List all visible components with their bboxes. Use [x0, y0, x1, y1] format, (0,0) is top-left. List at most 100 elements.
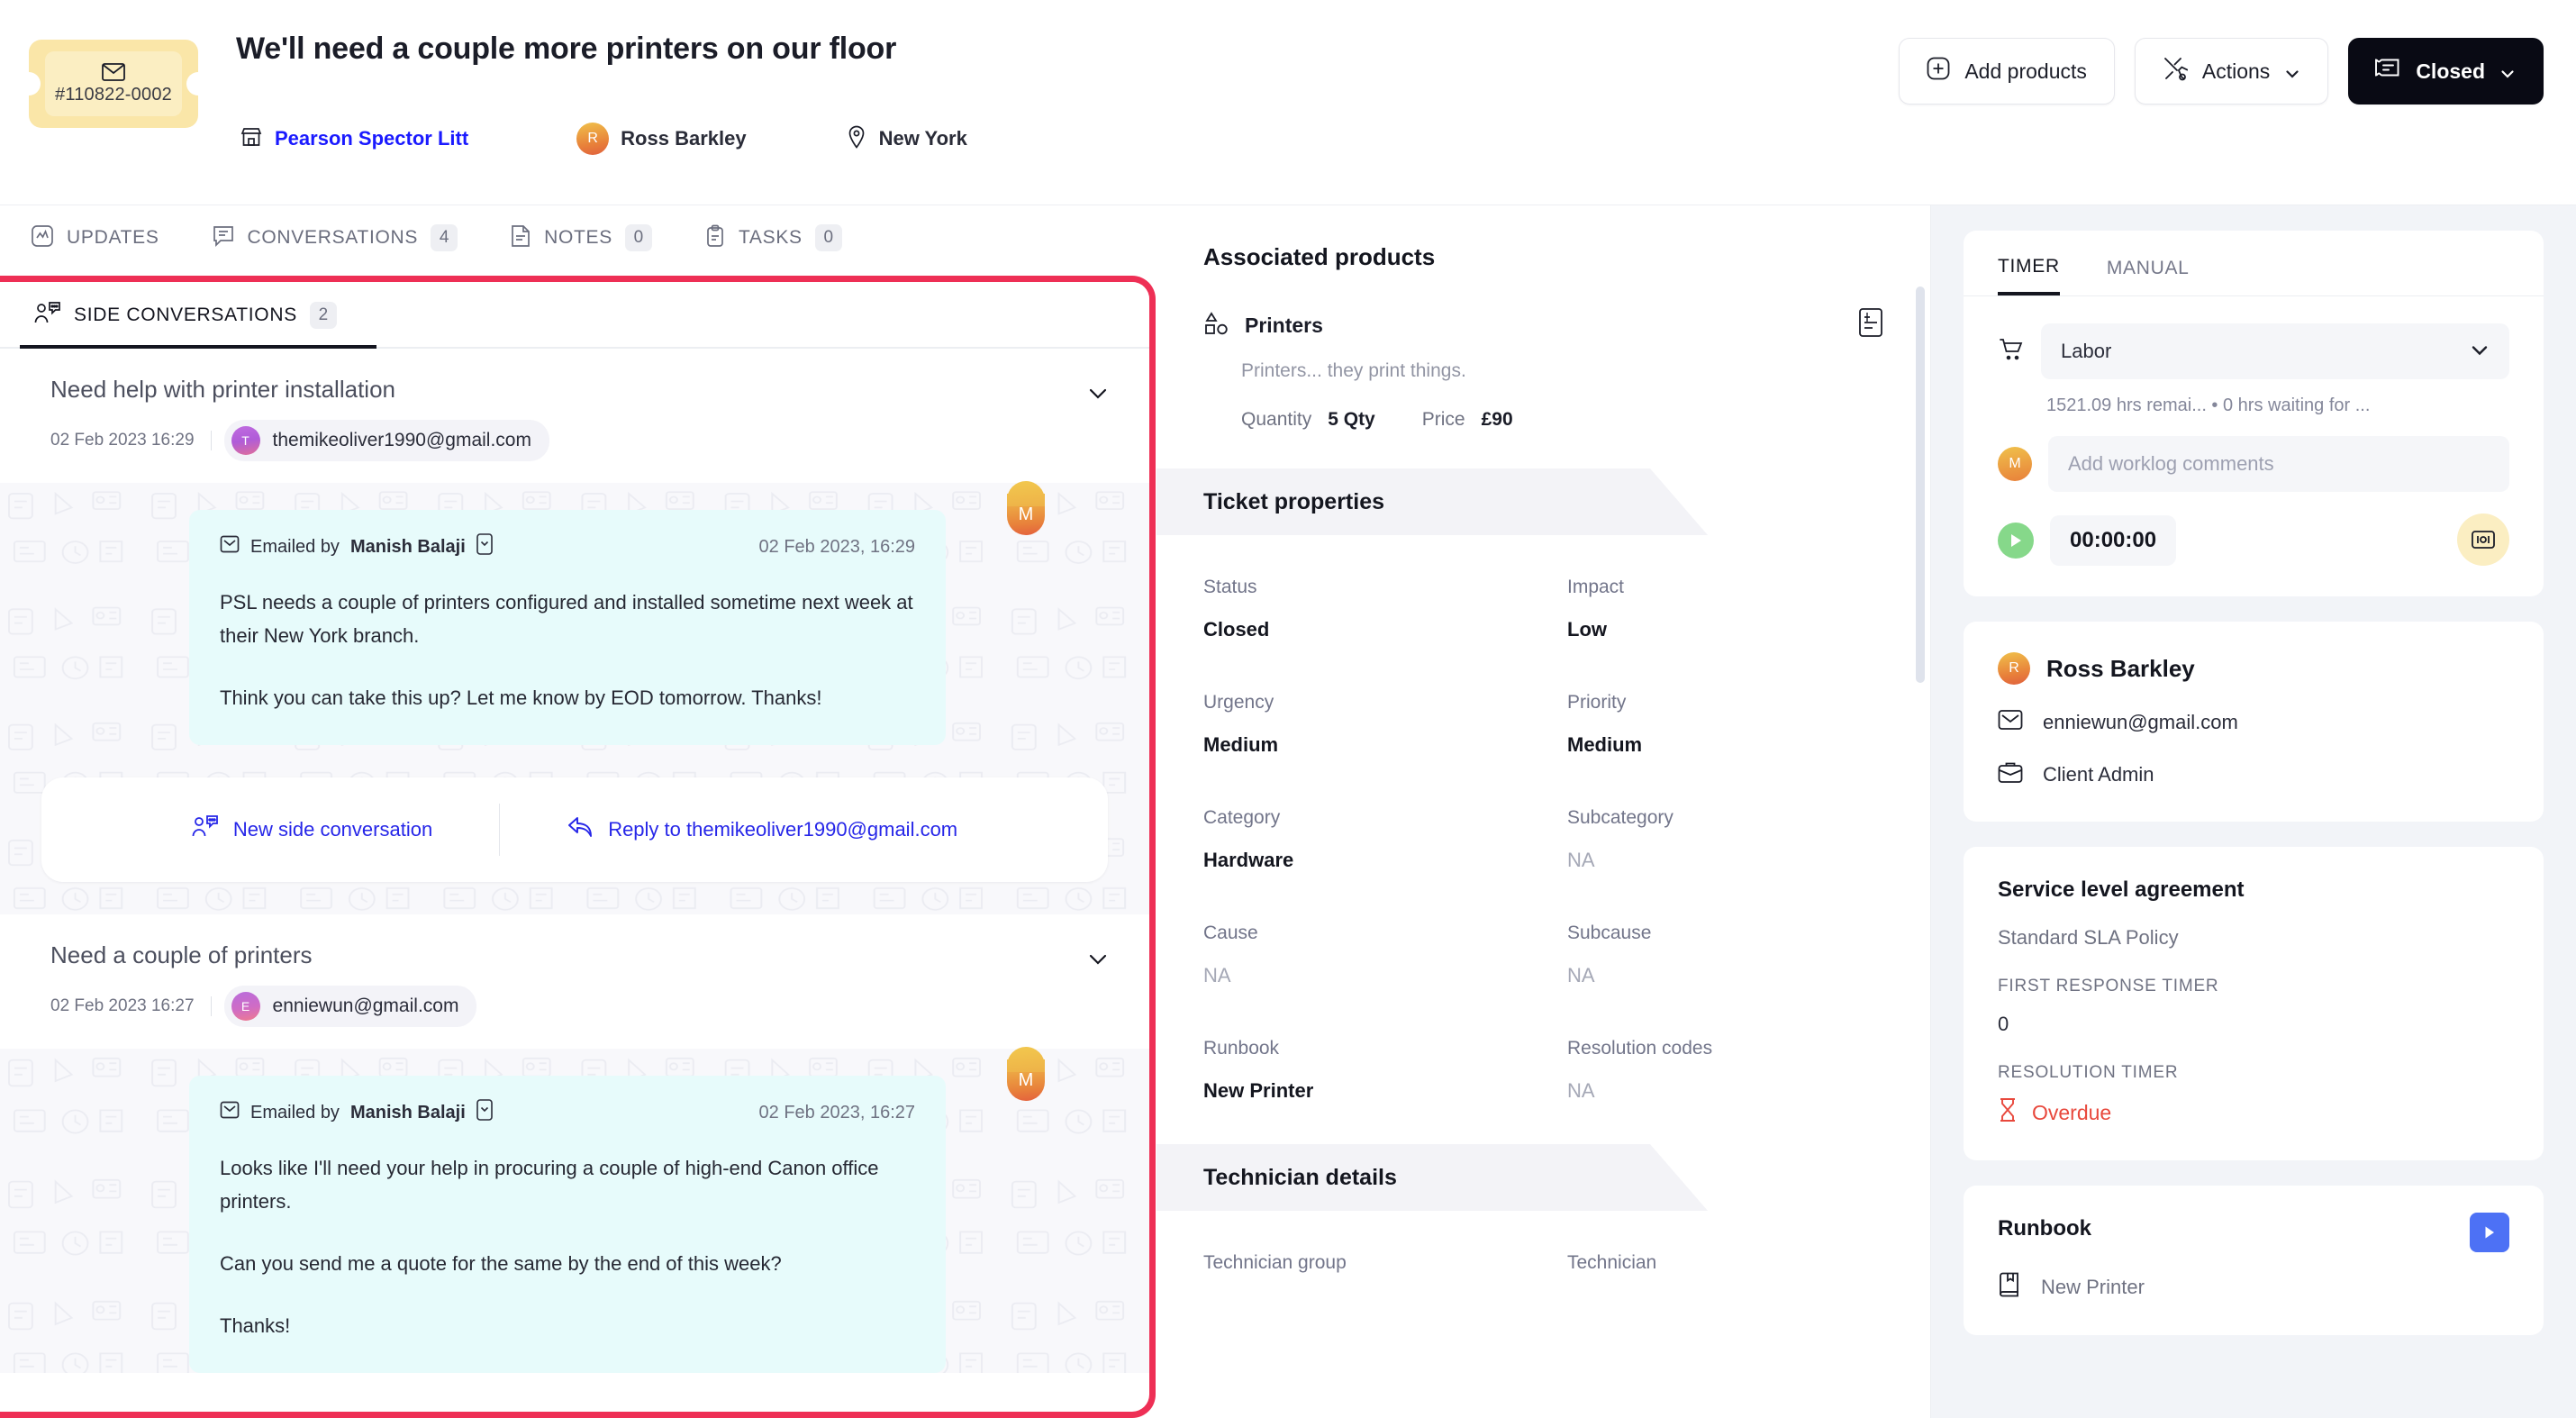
- contact-name[interactable]: Ross Barkley: [2046, 655, 2195, 683]
- conversation-date: 02 Feb 2023 16:29: [50, 431, 212, 450]
- message-author-avatar: M: [1007, 481, 1045, 535]
- header-actions: Add products Actions Closed: [1899, 38, 2544, 105]
- technician-details-title: Technician details: [1203, 1164, 1397, 1190]
- side-conversations-list[interactable]: Need help with printer installation 02 F…: [0, 349, 1149, 1412]
- divider: [499, 804, 501, 856]
- status-button[interactable]: Closed: [2348, 38, 2544, 105]
- avatar: M: [1998, 447, 2032, 481]
- status-label: Closed: [2416, 59, 2485, 83]
- price-value: £90: [1481, 409, 1513, 430]
- conversation-header[interactable]: Need help with printer installation 02 F…: [0, 349, 1149, 483]
- reply-arrow-icon: [567, 815, 594, 844]
- ticket-number: #110822-0002: [55, 84, 172, 105]
- map-pin-icon: [846, 125, 867, 153]
- field-value[interactable]: Medium: [1567, 733, 1883, 757]
- avatar: R: [576, 123, 610, 155]
- conversation-participant[interactable]: E enniewun@gmail.com: [223, 986, 477, 1027]
- conversation-participant[interactable]: T themikeoliver1990@gmail.com: [223, 420, 549, 461]
- middle-panel-scrollbar[interactable]: [1916, 286, 1925, 683]
- quantity-label: Quantity: [1241, 409, 1312, 430]
- field-value[interactable]: Closed: [1203, 618, 1567, 641]
- field-label: Resolution codes: [1567, 1038, 1713, 1059]
- run-runbook-button[interactable]: [2470, 1213, 2509, 1252]
- requester-meta[interactable]: R Ross Barkley: [576, 123, 747, 155]
- field-value[interactable]: NA: [1567, 849, 1883, 872]
- field-label: Status: [1203, 577, 1257, 597]
- tab-badge: 4: [431, 224, 458, 251]
- message-author: Emailed by Manish Balaji: [220, 1099, 493, 1126]
- note-icon: [510, 224, 531, 252]
- product-attributes: Quantity 5 Qty Price £90: [1241, 409, 1883, 431]
- requester-name[interactable]: Ross Barkley: [621, 127, 746, 150]
- tab-label: NOTES: [544, 227, 612, 248]
- field-value[interactable]: Low: [1567, 618, 1883, 641]
- timer-value: 00:00:00: [2050, 515, 2177, 566]
- contact-email-row: enniewun@gmail.com: [1998, 708, 2509, 737]
- tab-timer[interactable]: TIMER: [1998, 256, 2060, 295]
- ticket-tabbar: UPDATES CONVERSATIONS 4 NOTES 0 TASKS 0: [0, 205, 1155, 270]
- tab-label: CONVERSATIONS: [247, 227, 419, 248]
- resolution-timer-value: Overdue: [2032, 1100, 2112, 1124]
- reply-button[interactable]: Reply to themikeoliver1990@gmail.com: [567, 815, 957, 844]
- device-icon: [476, 1099, 493, 1126]
- ticket-status-icon: [2374, 57, 2401, 86]
- message-bubble: Emailed by Manish Balaji 02 Feb 2023, 16…: [189, 510, 946, 745]
- add-products-button[interactable]: Add products: [1899, 38, 2115, 105]
- field-label: Technician: [1567, 1252, 1657, 1273]
- field-value[interactable]: New Printer: [1203, 1079, 1567, 1103]
- message-time: 02 Feb 2023, 16:27: [758, 1102, 915, 1123]
- field-value[interactable]: NA: [1203, 964, 1567, 987]
- plus-square-icon: [1927, 57, 1950, 86]
- field-label: Runbook: [1203, 1038, 1280, 1059]
- field-value[interactable]: NA: [1567, 1079, 1883, 1103]
- field-technician-group: Technician group: [1203, 1252, 1567, 1274]
- field-label: Subcategory: [1567, 807, 1673, 828]
- worklog-category-select[interactable]: Labor: [2041, 323, 2509, 379]
- side-conversations-tabrow: SIDE CONVERSATIONS 2: [0, 282, 1149, 349]
- chevron-down-icon[interactable]: [1086, 950, 1110, 973]
- avatar: T: [231, 426, 260, 455]
- contact-email[interactable]: enniewun@gmail.com: [2043, 711, 2238, 734]
- reply-actions-bar: New side conversation Reply to themikeol…: [41, 777, 1108, 882]
- timelog-tabs: TIMER MANUAL: [1964, 231, 2544, 296]
- ticket-meta-row: Pearson Spector Litt R Ross Barkley New …: [240, 123, 967, 155]
- side-conversations-panel: SIDE CONVERSATIONS 2 Need help with prin…: [0, 276, 1156, 1418]
- message-paragraph: Can you send me a quote for the same by …: [220, 1252, 782, 1275]
- worklog-category-row: Labor: [1998, 323, 2509, 379]
- envelope-icon: [1998, 708, 2023, 737]
- conversation-subheader: 02 Feb 2023 16:27 E enniewun@gmail.com: [50, 986, 1113, 1027]
- play-timer-button[interactable]: [1998, 523, 2034, 559]
- account-name[interactable]: Pearson Spector Litt: [275, 127, 468, 150]
- worklog-comment-input[interactable]: Add worklog comments: [2048, 436, 2509, 492]
- tab-updates[interactable]: UPDATES: [31, 224, 159, 252]
- conversation-date: 02 Feb 2023 16:27: [50, 996, 212, 1016]
- contact-role-row: Client Admin: [1998, 760, 2509, 789]
- field-value[interactable]: Medium: [1203, 733, 1567, 757]
- first-response-timer-label: FIRST RESPONSE TIMER: [1998, 977, 2219, 995]
- conversation-subheader: 02 Feb 2023 16:29 T themikeoliver1990@gm…: [50, 420, 1113, 461]
- tab-tasks[interactable]: TASKS 0: [704, 224, 842, 252]
- runbook-item[interactable]: New Printer: [1998, 1272, 2509, 1303]
- book-icon: [1998, 1272, 2021, 1303]
- new-side-conversation-button[interactable]: New side conversation: [192, 814, 432, 845]
- field-value[interactable]: NA: [1567, 964, 1883, 987]
- tab-notes[interactable]: NOTES 0: [510, 224, 652, 252]
- resolution-timer-status: Overdue: [1998, 1097, 2509, 1128]
- tab-side-conversations[interactable]: SIDE CONVERSATIONS 2: [34, 301, 337, 331]
- actions-button[interactable]: Actions: [2134, 38, 2329, 105]
- conversation-header[interactable]: Need a couple of printers 02 Feb 2023 16…: [0, 914, 1149, 1049]
- timestamp-button[interactable]: [2457, 514, 2509, 566]
- tab-badge: 0: [814, 224, 842, 251]
- timer-row: 00:00:00: [1998, 514, 2509, 566]
- contact-role: Client Admin: [2043, 763, 2154, 786]
- field-cause: Cause NA: [1203, 923, 1567, 987]
- tab-manual[interactable]: MANUAL: [2107, 258, 2190, 294]
- field-value[interactable]: Hardware: [1203, 849, 1567, 872]
- email-sent-icon: [220, 1100, 240, 1125]
- chevron-down-icon[interactable]: [1086, 385, 1110, 407]
- account-meta[interactable]: Pearson Spector Litt: [240, 125, 468, 153]
- tab-conversations[interactable]: CONVERSATIONS 4: [212, 224, 458, 252]
- invoice-icon[interactable]: [1858, 307, 1883, 342]
- tab-badge: 2: [309, 302, 337, 329]
- field-label: Impact: [1567, 577, 1625, 597]
